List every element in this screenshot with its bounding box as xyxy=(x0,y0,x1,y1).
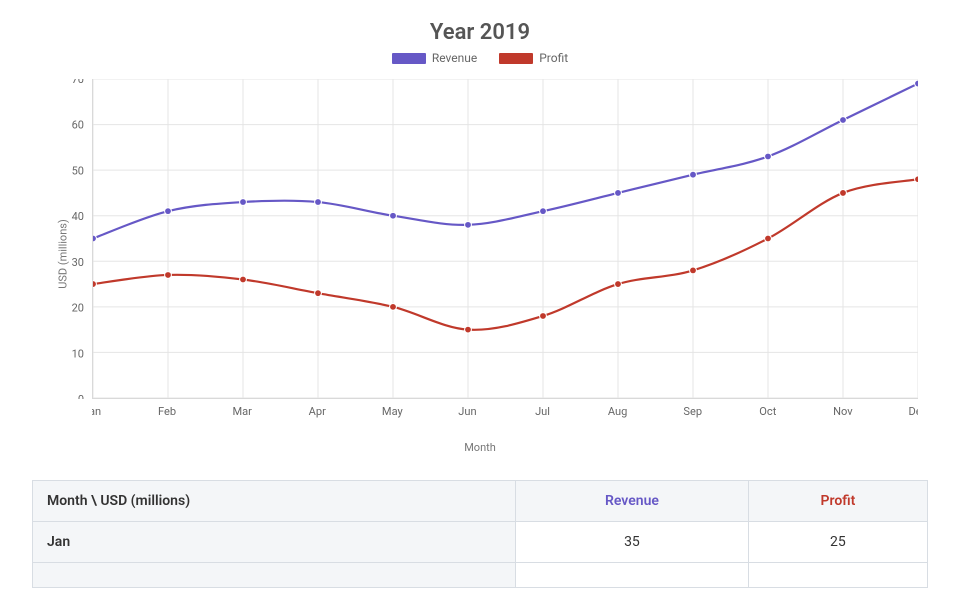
table-row-month: Jan xyxy=(33,522,516,563)
svg-text:70: 70 xyxy=(72,79,84,86)
svg-text:Feb: Feb xyxy=(158,405,176,418)
svg-text:60: 60 xyxy=(72,119,84,132)
svg-text:Oct: Oct xyxy=(759,405,776,418)
table-cell-revenue xyxy=(516,563,749,588)
chart-title: Year 2019 xyxy=(32,20,928,45)
svg-text:50: 50 xyxy=(72,164,84,177)
svg-text:40: 40 xyxy=(72,210,84,223)
table-col-profit: Profit xyxy=(748,481,927,522)
table-cell-profit: 25 xyxy=(748,522,927,563)
svg-text:Jul: Jul xyxy=(535,405,550,418)
chart-svg xyxy=(93,79,918,398)
table-cell-revenue: 35 xyxy=(516,522,749,563)
table-col-revenue: Revenue xyxy=(516,481,749,522)
x-axis: Jan Feb Mar Apr May Jun Jul Aug Sep Oct Nov Dec xyxy=(92,399,918,439)
plot-area xyxy=(92,79,918,399)
svg-text:Apr: Apr xyxy=(309,405,326,418)
table-header-row: Month \ USD (millions) Revenue Profit xyxy=(33,481,928,522)
svg-text:Dec: Dec xyxy=(909,405,918,418)
svg-text:Nov: Nov xyxy=(833,405,853,418)
x-axis-label: Month xyxy=(32,441,928,454)
legend-swatch-revenue xyxy=(392,53,426,64)
legend-label-profit: Profit xyxy=(539,51,568,65)
legend-label-revenue: Revenue xyxy=(432,51,477,65)
table-corner-header: Month \ USD (millions) xyxy=(33,481,516,522)
table-row xyxy=(33,563,928,588)
legend-swatch-profit xyxy=(499,53,533,64)
legend-item-profit[interactable]: Profit xyxy=(499,51,568,65)
svg-text:Jan: Jan xyxy=(92,405,101,418)
chart-legend: Revenue Profit xyxy=(32,51,928,65)
svg-text:Jun: Jun xyxy=(458,405,476,418)
table-cell-profit xyxy=(748,563,927,588)
svg-text:Aug: Aug xyxy=(608,405,627,418)
svg-text:10: 10 xyxy=(72,347,84,360)
svg-text:20: 20 xyxy=(72,302,84,315)
svg-text:Mar: Mar xyxy=(232,405,252,418)
table-row: Jan 35 25 xyxy=(33,522,928,563)
data-table: Month \ USD (millions) Revenue Profit Ja… xyxy=(32,480,928,588)
chart-area: USD (millions) 010203040506070 JanFebMar… xyxy=(32,69,928,439)
svg-text:Sep: Sep xyxy=(683,405,702,418)
svg-text:0: 0 xyxy=(78,393,84,399)
svg-text:30: 30 xyxy=(72,256,84,269)
svg-text:May: May xyxy=(382,405,404,418)
legend-item-revenue[interactable]: Revenue xyxy=(392,51,477,65)
y-axis: 0 10 20 30 40 50 60 70 xyxy=(32,79,92,399)
table-row-month xyxy=(33,563,516,588)
